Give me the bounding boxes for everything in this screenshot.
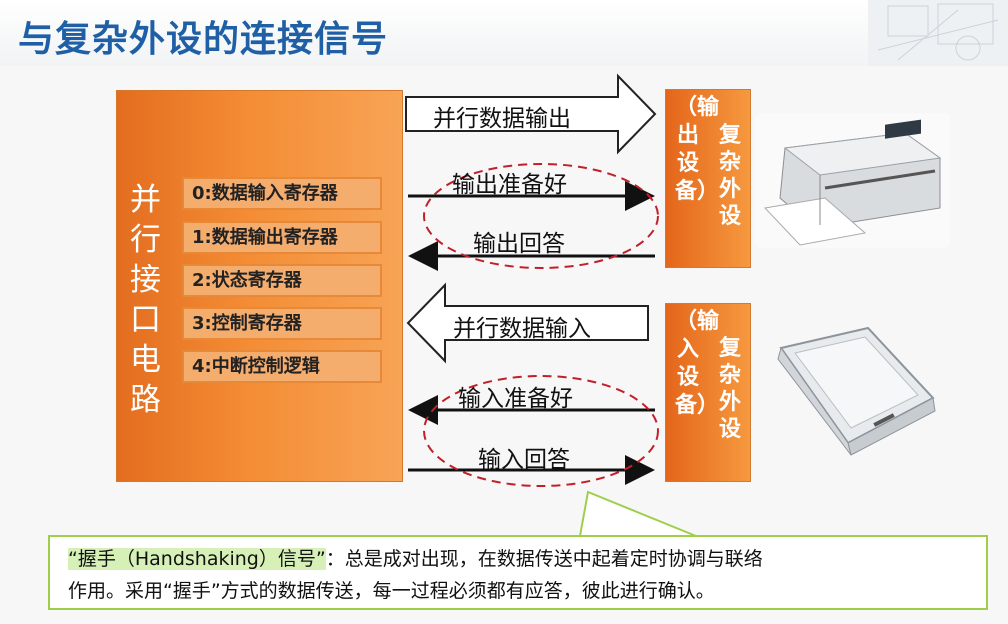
input-device-name: 复杂外设 <box>718 336 741 442</box>
input-device-type: （输入设备） <box>675 309 720 418</box>
parallel-output-label: 并行数据输出 <box>433 106 571 132</box>
callout-pointer <box>579 490 697 537</box>
note-line-1: “握手（Handshaking）信号”：总是成对出现，在数据传送中起着定时协调与… <box>68 543 986 575</box>
note-line-1-rest: ：总是成对出现，在数据传送中起着定时协调与联络 <box>325 548 763 570</box>
output-ack-label: 输出回答 <box>473 231 565 257</box>
output-device-type: （输出设备） <box>675 95 720 204</box>
printer-image <box>755 113 950 248</box>
input-ready-label: 输入准备好 <box>458 386 573 412</box>
note-quote: “握手（Handshaking）信号” <box>68 548 326 570</box>
input-ack-label: 输入回答 <box>478 447 570 473</box>
note-line-2: 作用。采用“握手”方式的数据传送，每一过程必须都有应答，彼此进行确认。 <box>68 580 715 602</box>
handshake-note: “握手（Handshaking）信号”：总是成对出现，在数据传送中起着定时协调与… <box>48 535 988 610</box>
scanner-image <box>777 326 936 456</box>
output-device-name: 复杂外设 <box>718 123 741 229</box>
output-ready-label: 输出准备好 <box>452 172 567 198</box>
parallel-input-label: 并行数据输入 <box>453 316 591 342</box>
